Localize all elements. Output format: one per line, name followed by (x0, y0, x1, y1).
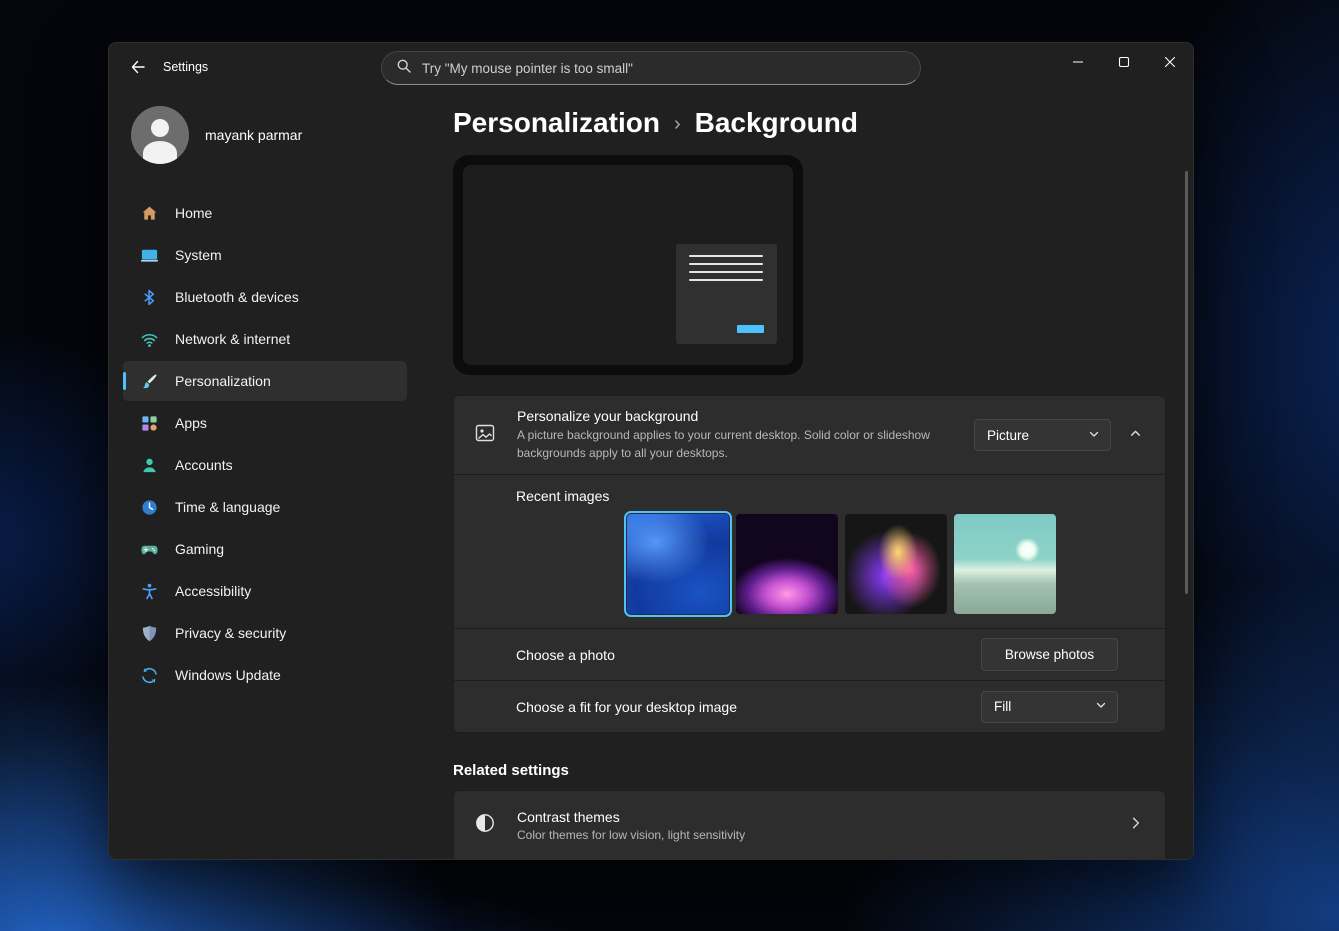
sidebar-item-home[interactable]: Home (123, 193, 407, 233)
recent-image-thumbnail[interactable] (736, 514, 838, 614)
recent-image-thumbnail[interactable] (845, 514, 947, 614)
background-preview (453, 155, 803, 375)
background-type-dropdown[interactable]: Picture (974, 419, 1111, 451)
recent-images-section: Recent images (454, 474, 1165, 628)
sidebar-item-gaming[interactable]: Gaming (123, 529, 407, 569)
contrast-icon (474, 812, 496, 839)
sidebar-item-label: Bluetooth & devices (175, 289, 299, 305)
close-button[interactable] (1147, 43, 1193, 83)
sidebar-item-apps[interactable]: Apps (123, 403, 407, 443)
sidebar-item-label: Accounts (175, 457, 233, 473)
user-profile[interactable]: mayank parmar (123, 106, 407, 164)
maximize-button[interactable] (1101, 43, 1147, 83)
chevron-right-icon (1129, 816, 1143, 835)
avatar (131, 106, 189, 164)
accessibility-person-icon (139, 581, 159, 601)
breadcrumb-parent[interactable]: Personalization (453, 104, 660, 142)
paintbrush-icon (139, 371, 159, 391)
browse-photos-button[interactable]: Browse photos (981, 638, 1118, 671)
apps-grid-icon (139, 413, 159, 433)
choose-photo-row: Choose a photo Browse photos (454, 628, 1165, 680)
sidebar-item-label: Personalization (175, 373, 271, 389)
chevron-up-icon (1129, 427, 1142, 443)
chevron-down-icon (1088, 428, 1100, 443)
sidebar-item-label: Gaming (175, 541, 224, 557)
recent-images-row (627, 514, 1056, 614)
fit-value: Fill (994, 699, 1095, 714)
shield-icon (139, 623, 159, 643)
game-controller-icon (139, 539, 159, 559)
wifi-icon (139, 329, 159, 349)
choose-photo-label: Choose a photo (516, 647, 615, 663)
sidebar-item-label: Windows Update (175, 667, 281, 683)
back-button[interactable] (121, 52, 155, 84)
preview-mock-accent-button (737, 325, 764, 333)
choose-fit-label: Choose a fit for your desktop image (516, 699, 737, 715)
update-arrows-icon (139, 665, 159, 685)
sidebar-item-accounts[interactable]: Accounts (123, 445, 407, 485)
clock-icon (139, 497, 159, 517)
related-settings-heading: Related settings (453, 762, 1164, 779)
sidebar-item-label: Apps (175, 415, 207, 431)
contrast-themes-subtitle: Color themes for low vision, light sensi… (517, 828, 745, 842)
chevron-down-icon (1095, 699, 1107, 714)
sidebar-item-system[interactable]: System (123, 235, 407, 275)
picture-icon (474, 422, 496, 449)
vertical-scrollbar[interactable] (1185, 171, 1188, 594)
recent-images-label: Recent images (516, 488, 609, 504)
system-icon (139, 245, 159, 265)
sidebar-item-accessibility[interactable]: Accessibility (123, 571, 407, 611)
page-title: Background (695, 104, 858, 142)
choose-fit-row: Choose a fit for your desktop image Fill (454, 680, 1165, 732)
sidebar-item-privacy-security[interactable]: Privacy & security (123, 613, 407, 653)
settings-window: Settings (108, 42, 1194, 860)
preview-mock-window (676, 244, 777, 344)
bluetooth-icon (139, 287, 159, 307)
window-controls (1055, 43, 1193, 83)
sidebar-item-label: Home (175, 205, 212, 221)
recent-image-thumbnail[interactable] (627, 514, 729, 614)
fit-dropdown[interactable]: Fill (981, 691, 1118, 723)
titlebar: Settings (109, 43, 1193, 93)
user-name: mayank parmar (205, 127, 302, 143)
sidebar-item-label: Accessibility (175, 583, 251, 599)
close-icon (1164, 56, 1176, 71)
search-box[interactable] (381, 51, 921, 85)
sidebar: mayank parmar Home System (109, 93, 421, 859)
sidebar-item-time-language[interactable]: Time & language (123, 487, 407, 527)
sidebar-item-network-internet[interactable]: Network & internet (123, 319, 407, 359)
sidebar-item-bluetooth-devices[interactable]: Bluetooth & devices (123, 277, 407, 317)
contrast-themes-row[interactable]: Contrast themes Color themes for low vis… (453, 790, 1166, 859)
sidebar-item-windows-update[interactable]: Windows Update (123, 655, 407, 695)
contrast-themes-title: Contrast themes (517, 809, 745, 825)
background-type-value: Picture (987, 428, 1088, 443)
personalize-background-card: Personalize your background A picture ba… (453, 395, 1166, 733)
breadcrumb-separator-icon: › (674, 105, 681, 143)
recent-image-thumbnail[interactable] (954, 514, 1056, 614)
sidebar-item-label: System (175, 247, 222, 263)
maximize-icon (1118, 56, 1130, 71)
search-input[interactable] (422, 61, 906, 76)
sidebar-item-label: Time & language (175, 499, 280, 515)
sidebar-item-label: Privacy & security (175, 625, 286, 641)
personalize-background-description: A picture background applies to your cur… (517, 427, 969, 462)
search-icon (396, 58, 412, 79)
collapse-section-button[interactable] (1120, 420, 1150, 450)
app-title: Settings (163, 60, 208, 74)
main-content: Personalization › Background (421, 93, 1193, 859)
person-icon (139, 455, 159, 475)
breadcrumb: Personalization › Background (453, 104, 1164, 142)
back-arrow-icon (130, 59, 146, 78)
home-icon (139, 203, 159, 223)
background-preview-screen (463, 165, 793, 365)
personalize-background-title: Personalize your background (517, 408, 969, 424)
minimize-icon (1072, 56, 1084, 71)
minimize-button[interactable] (1055, 43, 1101, 83)
sidebar-item-personalization[interactable]: Personalization (123, 361, 407, 401)
sidebar-item-label: Network & internet (175, 331, 290, 347)
personalize-background-header: Personalize your background A picture ba… (454, 396, 1165, 474)
